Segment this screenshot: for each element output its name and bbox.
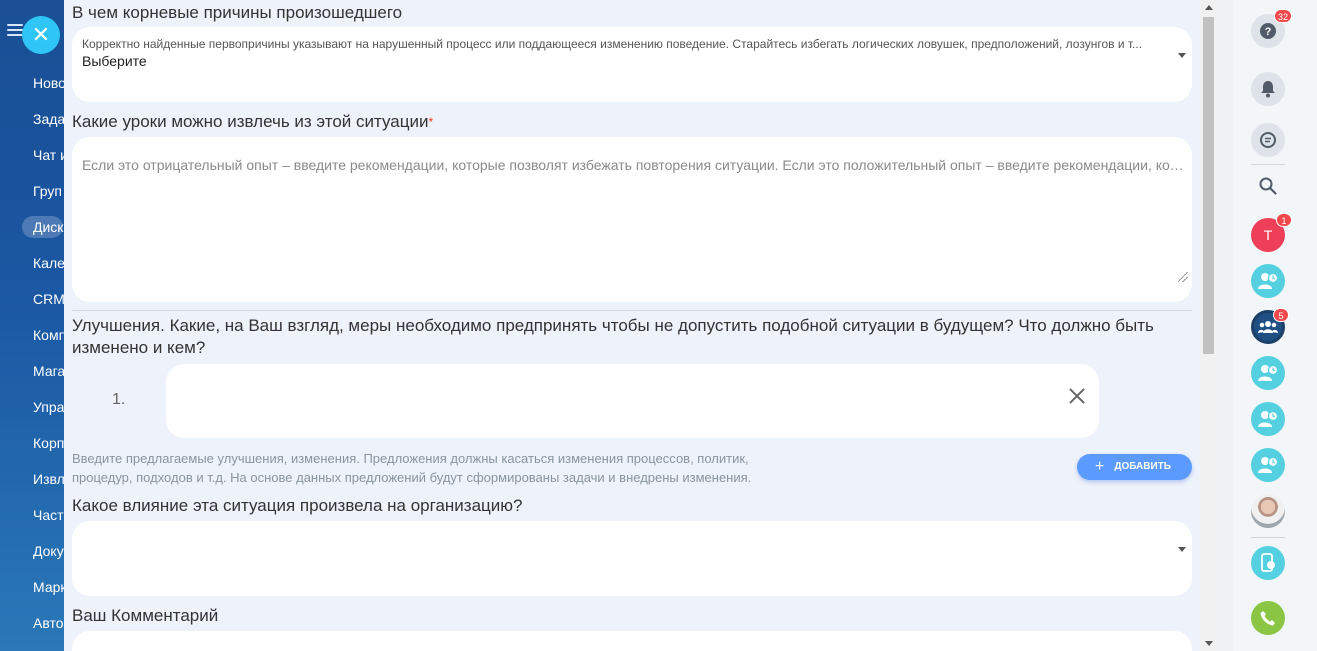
nav-item-lessons[interactable]: Извл xyxy=(33,471,64,487)
plus-icon: + xyxy=(1095,458,1105,475)
scroll-down-icon[interactable] xyxy=(1205,641,1213,646)
nav-item-corporate[interactable]: Корп xyxy=(33,435,64,451)
add-improvement-button[interactable]: + ДОБАВИТЬ xyxy=(1077,454,1192,480)
left-sidebar: Ново Зада Чат и Груп Диск Кале CRM Комп … xyxy=(0,0,64,651)
root-causes-hint: Корректно найденные первопричины указыва… xyxy=(82,37,1143,51)
separator xyxy=(1251,164,1285,165)
contact-avatar-2[interactable] xyxy=(1251,356,1285,390)
nav-item-marketing[interactable]: Марк xyxy=(33,579,64,595)
nav-item-groups[interactable]: Груп xyxy=(33,183,62,199)
user-clock-icon xyxy=(1251,448,1285,482)
nav-item-disk[interactable]: Диск xyxy=(22,216,64,238)
impact-select[interactable] xyxy=(72,521,1192,596)
remove-icon[interactable] xyxy=(1069,388,1085,404)
close-slider-button[interactable]: ✕ xyxy=(22,16,60,54)
contact-avatar-3[interactable] xyxy=(1251,402,1285,436)
chat-icon xyxy=(1251,123,1285,157)
root-causes-label: В чем корневые причины произошедшего xyxy=(72,3,403,22)
contact-avatar-1[interactable] xyxy=(1251,264,1285,298)
required-mark: * xyxy=(428,115,434,129)
scroll-thumb[interactable] xyxy=(1203,17,1214,354)
lessons-textarea[interactable]: Если это отрицательный опыт – введите ре… xyxy=(72,137,1192,302)
mobile-app-button[interactable] xyxy=(1251,546,1285,580)
chevron-down-icon xyxy=(1178,53,1186,58)
call-button[interactable] xyxy=(1251,601,1285,635)
search-icon xyxy=(1251,169,1285,203)
search-button[interactable] xyxy=(1251,169,1285,203)
user-initial: Т xyxy=(1263,227,1273,243)
chevron-down-icon xyxy=(1178,547,1186,552)
comment-field[interactable] xyxy=(72,631,1192,651)
bell-icon xyxy=(1251,72,1285,106)
user-badge: 1 xyxy=(1276,213,1292,227)
nav-item-calendar[interactable]: Кале xyxy=(33,255,64,271)
impact-label: Какое влияние эта ситуация произвела на … xyxy=(72,496,523,515)
user-clock-icon xyxy=(1251,402,1285,436)
nav-item-documents[interactable]: Доку xyxy=(33,543,64,559)
notifications-button[interactable] xyxy=(1251,72,1285,106)
user-avatar-t[interactable]: Т 1 xyxy=(1251,213,1292,252)
panel-gap xyxy=(1217,0,1234,651)
messages-button[interactable] xyxy=(1251,123,1285,157)
improvements-help: Введите предлагаемые улучшения, изменени… xyxy=(72,451,752,485)
lessons-label: Какие уроки можно извлечь из этой ситуац… xyxy=(72,111,433,133)
nav-item-company[interactable]: Комп xyxy=(33,327,64,343)
user-clock-icon xyxy=(1251,264,1285,298)
form-panel: В чем корневые причины произошедшего Кор… xyxy=(64,0,1200,651)
user-clock-icon xyxy=(1251,356,1285,390)
comment-label: Ваш Комментарий xyxy=(72,606,219,625)
help-button[interactable]: ? 32 xyxy=(1251,9,1292,48)
group-badge: 5 xyxy=(1273,308,1289,322)
lessons-placeholder: Если это отрицательный опыт – введите ре… xyxy=(82,157,1188,173)
user-photo-avatar[interactable] xyxy=(1251,494,1285,528)
root-causes-select[interactable]: Корректно найденные первопричины указыва… xyxy=(72,27,1192,102)
nav-item-faq[interactable]: Част xyxy=(33,507,64,523)
nav-item-management[interactable]: Упра xyxy=(33,399,64,415)
resize-handle-icon[interactable] xyxy=(1178,272,1188,282)
section-divider xyxy=(72,310,1192,311)
nav-item-crm[interactable]: CRM xyxy=(33,291,64,307)
help-badge: 32 xyxy=(1273,9,1292,23)
root-causes-value: Выберите xyxy=(82,53,147,69)
add-button-label: ДОБАВИТЬ xyxy=(1114,461,1171,472)
close-icon: ✕ xyxy=(31,22,51,47)
right-panel: ? 32 Т 1 5 xyxy=(1234,0,1317,651)
nav-item-tasks[interactable]: Зада xyxy=(33,111,64,127)
improvement-input[interactable] xyxy=(166,364,1099,438)
phone-device-icon xyxy=(1251,546,1285,580)
improvements-label: Улучшения. Какие, на Ваш взгляд, меры не… xyxy=(72,316,1154,357)
nav-item-shop[interactable]: Мага xyxy=(33,363,64,379)
lessons-label-text: Какие уроки можно извлечь из этой ситуац… xyxy=(72,112,429,131)
nav-item-automation[interactable]: Авто xyxy=(33,615,64,631)
nav-item-chat[interactable]: Чат и xyxy=(33,147,64,163)
group-chat-button[interactable]: 5 xyxy=(1251,308,1289,344)
scrollbar[interactable] xyxy=(1200,0,1217,651)
nav-item-news[interactable]: Ново xyxy=(33,75,64,91)
svg-text:?: ? xyxy=(1265,26,1272,38)
separator xyxy=(1251,537,1285,538)
phone-icon xyxy=(1251,601,1285,635)
improvement-number: 1. xyxy=(112,391,126,408)
hamburger-menu-icon[interactable] xyxy=(7,24,23,38)
contact-avatar-4[interactable] xyxy=(1251,448,1285,482)
scroll-up-icon[interactable] xyxy=(1205,5,1213,10)
